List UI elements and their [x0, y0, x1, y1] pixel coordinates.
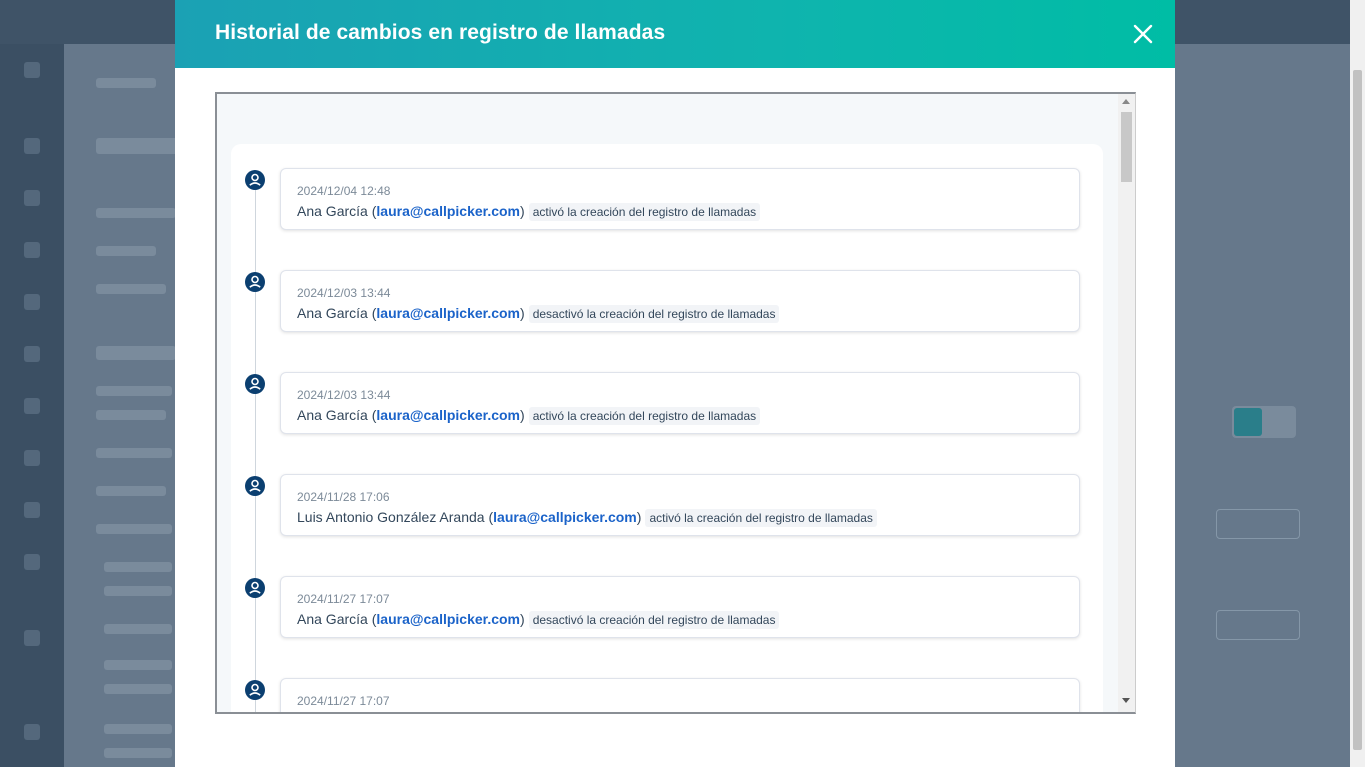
- entry-text: Luis Antonio González Aranda (laura@call…: [297, 509, 877, 527]
- entry-email: laura@callpicker.com: [376, 407, 521, 423]
- entry-action: activó la creación del registro de llama…: [645, 509, 877, 527]
- history-card: 2024/12/04 12:48 Ana García (laura@callp…: [280, 168, 1080, 230]
- user-avatar-icon: [245, 680, 265, 700]
- user-avatar-icon: [245, 476, 265, 496]
- entry-user: Ana García: [297, 203, 368, 219]
- scroll-up-arrow-icon[interactable]: [1122, 99, 1130, 104]
- background-left-nav: [0, 44, 64, 767]
- entry-user: Ana García: [297, 407, 368, 423]
- entry-text: Ana García (laura@callpicker.com) desacti…: [297, 305, 780, 323]
- entry-timestamp: 2024/11/28 17:06: [297, 490, 390, 504]
- history-card: 2024/11/28 17:06 Luis Antonio González A…: [280, 474, 1080, 536]
- close-icon: [1133, 24, 1153, 44]
- inner-scrollbar[interactable]: [1118, 94, 1135, 712]
- timeline-entry: 2024/12/03 13:44 Ana García (laura@callp…: [231, 372, 1103, 438]
- user-avatar-icon: [245, 578, 265, 598]
- history-card: 2024/12/03 13:44 Ana García (laura@callp…: [280, 270, 1080, 332]
- entry-timestamp: 2024/11/27 17:07: [297, 694, 390, 708]
- entry-email: laura@callpicker.com: [376, 611, 521, 627]
- scroll-down-arrow-icon[interactable]: [1122, 698, 1130, 703]
- modal-title: Historial de cambios en registro de llam…: [215, 21, 666, 44]
- change-history-modal: Historial de cambios en registro de llam…: [175, 0, 1175, 767]
- entry-action: activó la creación del registro de llama…: [528, 203, 761, 221]
- entry-action: activó la creación del registro de llama…: [528, 407, 761, 425]
- user-avatar-icon: [245, 272, 265, 292]
- inner-scroll-thumb[interactable]: [1121, 112, 1132, 182]
- history-card: 2024/12/03 13:44 Ana García (laura@callp…: [280, 372, 1080, 434]
- user-avatar-icon: [245, 170, 265, 190]
- entry-user: Ana García: [297, 305, 368, 321]
- user-avatar-icon: [245, 374, 265, 394]
- entry-timestamp: 2024/12/04 12:48: [297, 184, 391, 198]
- close-button[interactable]: [1131, 22, 1155, 46]
- history-card: 2024/11/27 17:07: [280, 678, 1080, 712]
- entry-timestamp: 2024/12/03 13:44: [297, 286, 391, 300]
- entry-action: desactivó la creación del registro de ll…: [528, 611, 780, 629]
- modal-header: Historial de cambios en registro de llam…: [175, 0, 1175, 68]
- entry-timestamp: 2024/12/03 13:44: [297, 388, 391, 402]
- entry-action: desactivó la creación del registro de ll…: [528, 305, 780, 323]
- timeline-panel: 2024/12/04 12:48 Ana García (laura@callp…: [231, 144, 1103, 712]
- page-scroll-thumb[interactable]: [1353, 70, 1362, 750]
- entry-text: Ana García (laura@callpicker.com) desacti…: [297, 611, 780, 629]
- page-scrollbar[interactable]: [1350, 0, 1365, 767]
- entry-user: Luis Antonio González Aranda: [297, 509, 485, 525]
- history-iframe: 2024/12/04 12:48 Ana García (laura@callp…: [215, 92, 1136, 714]
- timeline-entry: 2024/12/04 12:48 Ana García (laura@callp…: [231, 168, 1103, 234]
- timeline-entry: 2024/12/03 13:44 Ana García (laura@callp…: [231, 270, 1103, 336]
- timeline-entry: 2024/11/28 17:06 Luis Antonio González A…: [231, 474, 1103, 540]
- timeline-entry: 2024/11/27 17:07: [231, 678, 1103, 712]
- entry-email: laura@callpicker.com: [376, 305, 521, 321]
- entry-email: laura@callpicker.com: [376, 203, 521, 219]
- entry-text: Ana García (laura@callpicker.com) activó …: [297, 407, 761, 425]
- timeline-entry: 2024/11/27 17:07 Ana García (laura@callp…: [231, 576, 1103, 642]
- entry-timestamp: 2024/11/27 17:07: [297, 592, 390, 606]
- entry-user: Ana García: [297, 611, 368, 627]
- entry-email: laura@callpicker.com: [493, 509, 637, 525]
- entry-text: Ana García (laura@callpicker.com) activó …: [297, 203, 761, 221]
- history-card: 2024/11/27 17:07 Ana García (laura@callp…: [280, 576, 1080, 638]
